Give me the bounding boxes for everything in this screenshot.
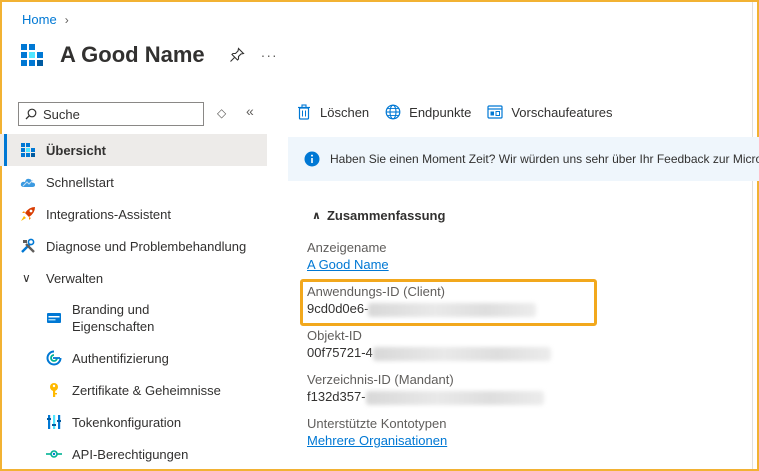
sidebar-item-diagnose[interactable]: Diagnose und Problembehandlung <box>0 230 267 262</box>
title-row: A Good Name ··· <box>20 42 278 68</box>
preview-features-label: Vorschaufeatures <box>511 104 613 120</box>
breadcrumb: Home › <box>22 12 69 27</box>
auth-icon <box>46 350 62 366</box>
redacted-blur <box>365 390 544 405</box>
sidebar-item-api-permissions[interactable]: API-Berechtigungen <box>0 438 267 470</box>
sidebar-item-certificates[interactable]: Zertifikate & Geheimnisse <box>0 374 267 406</box>
sidebar-item-quickstart[interactable]: Schnellstart <box>0 166 267 198</box>
sidebar-item-label: API-Berechtigungen <box>72 446 189 462</box>
app-id-highlight-box <box>300 279 597 326</box>
sidebar-item-authentication[interactable]: Authentifizierung <box>0 342 267 374</box>
more-options-icon[interactable]: ··· <box>261 47 278 63</box>
sidebar-item-overview[interactable]: Übersicht <box>0 134 267 166</box>
chevron-down-icon: ∨ <box>22 271 31 285</box>
rocket-icon <box>21 207 35 221</box>
delete-button[interactable]: Löschen <box>296 104 369 120</box>
property-object-id: Objekt-ID 00f75721-4 <box>307 328 551 361</box>
sort-toggle-icon[interactable]: ◇ <box>217 106 226 120</box>
object-id-label: Objekt-ID <box>307 328 362 343</box>
object-id-row: 00f75721-4 <box>307 345 551 361</box>
sidebar-item-label: Diagnose und Problembehandlung <box>46 238 247 254</box>
sidebar-group-label: Verwalten <box>46 270 104 286</box>
banner-text: Haben Sie einen Moment Zeit? Wir würden … <box>330 152 759 166</box>
breadcrumb-home[interactable]: Home <box>22 12 57 27</box>
sidebar-nav: Übersicht Schnellstart Integrations-Assi… <box>0 134 267 470</box>
api-icon <box>46 450 62 458</box>
sidebar-item-branding[interactable]: Branding und Eigenschaften <box>0 294 267 342</box>
sidebar-group-manage[interactable]: ∨ Verwalten <box>0 262 267 294</box>
search-icon <box>25 108 37 120</box>
essentials-toggle[interactable]: ∧ Zusammenfassung <box>312 208 445 223</box>
directory-id-label: Verzeichnis-ID (Mandant) <box>307 372 454 387</box>
sidebar-item-token-config[interactable]: Tokenkonfiguration <box>0 406 267 438</box>
account-types-link[interactable]: Mehrere Organisationen <box>307 433 447 448</box>
chevron-right-icon: › <box>64 12 69 27</box>
page-title: A Good Name <box>60 42 205 67</box>
object-id-value[interactable]: 00f75721-4 <box>307 345 373 360</box>
endpoints-button[interactable]: Endpunkte <box>385 104 471 120</box>
essentials-title: Zusammenfassung <box>326 208 446 223</box>
token-icon <box>47 415 61 429</box>
sidebar-item-label: Schnellstart <box>46 174 114 190</box>
property-display-name: Anzeigename A Good Name <box>307 240 389 272</box>
command-bar: Löschen Endpunkte Vorschaufeatures <box>296 104 629 120</box>
app-registration-icon <box>21 44 43 66</box>
cloud-icon <box>20 178 36 187</box>
endpoints-label: Endpunkte <box>409 104 472 120</box>
sidebar-item-label: Authentifizierung <box>72 350 169 366</box>
collapse-sidebar-icon[interactable]: « <box>246 103 254 119</box>
sidebar-item-label: Integrations-Assistent <box>46 206 172 222</box>
branding-icon <box>47 313 61 323</box>
trash-icon <box>298 104 310 120</box>
info-icon <box>304 151 320 167</box>
chevron-up-icon: ∧ <box>312 210 321 222</box>
directory-id-row: f132d357- <box>307 389 544 405</box>
sidebar-search[interactable] <box>18 102 204 126</box>
globe-icon <box>385 104 401 120</box>
display-name-label: Anzeigename <box>307 240 387 255</box>
sidebar-item-label: Zertifikate & Geheimnisse <box>72 382 221 398</box>
directory-id-value[interactable]: f132d357- <box>307 389 366 404</box>
sidebar-item-label: Tokenkonfiguration <box>72 414 182 430</box>
property-account-types: Unterstützte Kontotypen Mehrere Organisa… <box>307 416 447 448</box>
property-directory-id: Verzeichnis-ID (Mandant) f132d357- <box>307 372 544 405</box>
preview-features-icon <box>487 105 503 119</box>
account-types-label: Unterstützte Kontotypen <box>307 416 447 431</box>
pin-icon[interactable] <box>229 47 245 63</box>
sidebar-item-label: Branding und Eigenschaften <box>72 302 155 334</box>
redacted-blur <box>372 346 551 361</box>
sidebar-item-label: Übersicht <box>46 142 106 158</box>
sidebar-item-integration-assistant[interactable]: Integrations-Assistent <box>0 198 267 230</box>
delete-label: Löschen <box>320 104 370 120</box>
key-icon <box>50 383 58 397</box>
feedback-banner[interactable]: Haben Sie einen Moment Zeit? Wir würden … <box>288 137 759 181</box>
scroll-edge <box>752 2 753 469</box>
search-input[interactable] <box>43 106 193 122</box>
preview-features-button[interactable]: Vorschaufeatures <box>487 104 613 120</box>
display-name-link[interactable]: A Good Name <box>307 257 389 272</box>
grid-icon <box>21 143 35 157</box>
tools-icon <box>21 238 35 253</box>
